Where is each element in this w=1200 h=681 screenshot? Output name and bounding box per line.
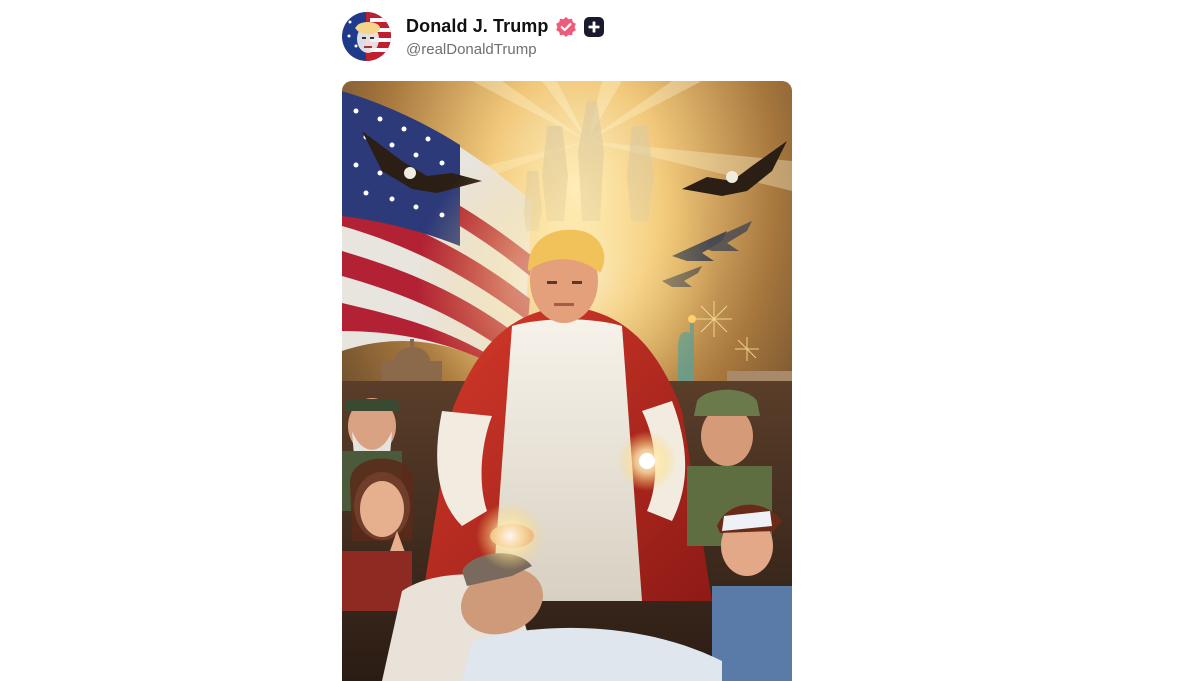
post-header: Donald J. Trump @realDonaldTrump (342, 10, 792, 62)
name-row: Donald J. Trump (406, 15, 605, 39)
praying-woman (342, 458, 414, 611)
author-display-name[interactable]: Donald J. Trump (406, 16, 549, 37)
author-avatar[interactable] (342, 11, 391, 61)
author-handle[interactable]: @realDonaldTrump (406, 41, 605, 58)
author-names: Donald J. Trump @realDonaldTrump (406, 15, 605, 58)
healing-light (476, 502, 544, 570)
plus-badge-icon[interactable] (583, 16, 605, 38)
verified-badge-icon (555, 16, 577, 38)
avatar-image (342, 11, 391, 61)
post-card: Donald J. Trump @realDonaldTrump (342, 10, 792, 681)
illustration (342, 81, 792, 681)
post-image[interactable] (342, 81, 792, 681)
